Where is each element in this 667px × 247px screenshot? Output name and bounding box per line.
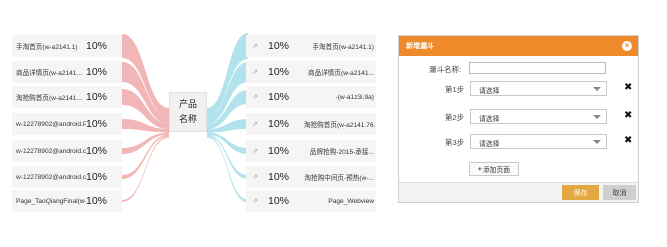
target-row[interactable]: ⇗ 10% -(w-a1z3i.9a) bbox=[246, 86, 376, 108]
source-row[interactable]: 手淘首页(w-a2141.1) 10% bbox=[12, 35, 122, 57]
source-row[interactable]: w-12278902@android.c... 10% bbox=[12, 140, 122, 162]
dialog-header: 新增漏斗 × bbox=[399, 36, 638, 56]
target-label: Page_Webview bbox=[328, 197, 374, 205]
step-select[interactable]: 请选择 bbox=[470, 109, 607, 124]
target-label: 手淘首页(w-a2141.1) bbox=[312, 44, 374, 51]
dialog-footer: 保存 取消 bbox=[399, 182, 638, 202]
remove-step-icon[interactable]: ✖ bbox=[624, 111, 632, 121]
source-label: w-12278902@android.c... bbox=[16, 173, 86, 181]
remove-step-icon[interactable]: ✖ bbox=[624, 83, 632, 93]
source-label: 商品详情页(w-a2141... bbox=[16, 70, 82, 77]
plus-icon: + bbox=[477, 165, 482, 173]
step-row: 第3步 请选择 ✖ bbox=[399, 134, 640, 150]
step-select-value: 请选择 bbox=[479, 141, 500, 148]
target-row[interactable]: ⇗ 10% 淘抢购中间页-预热(w-... bbox=[246, 166, 376, 188]
cancel-button[interactable]: 取消 bbox=[603, 185, 636, 200]
remove-step-icon[interactable]: ✖ bbox=[624, 136, 632, 146]
source-percent: 10% bbox=[86, 40, 108, 52]
source-percent: 10% bbox=[86, 171, 108, 183]
link-arrow-icon: ⇗ bbox=[252, 121, 258, 128]
source-flow-link[interactable] bbox=[122, 132, 169, 155]
source-label: w-12278902@android.P bbox=[16, 120, 86, 128]
chevron-down-icon bbox=[593, 140, 601, 144]
target-flow-link[interactable] bbox=[207, 136, 248, 203]
source-label: w-12278902@android.c... bbox=[16, 147, 86, 155]
source-label: 手淘首页(w-a2141.1) bbox=[16, 44, 78, 51]
target-percent: 10% bbox=[268, 195, 290, 207]
target-row[interactable]: ⇗ 10% Page_Webview bbox=[246, 190, 376, 212]
step-label: 第3步 bbox=[445, 138, 465, 147]
new-funnel-dialog: 新增漏斗 × 漏斗名称: 第1步 请选择 ✖ 第2步 请选择 ✖ 第3步 请选择… bbox=[398, 35, 639, 203]
link-arrow-icon: ⇗ bbox=[252, 43, 258, 50]
target-label: 商品详情页(w-a2141... bbox=[308, 70, 374, 77]
source-row[interactable]: w-12278902@android.c... 10% bbox=[12, 166, 122, 188]
link-arrow-icon: ⇗ bbox=[252, 174, 258, 181]
step-row: 第1步 请选择 ✖ bbox=[399, 81, 640, 97]
step-select[interactable]: 请选择 bbox=[470, 81, 607, 96]
source-row[interactable]: 商品详情页(w-a2141... 10% bbox=[12, 61, 122, 83]
source-row[interactable]: 淘抢购首页(w-a2141... 10% bbox=[12, 86, 122, 108]
target-row[interactable]: ⇗ 10% 品牌抢购-2015-承接... bbox=[246, 140, 376, 162]
source-flow-link[interactable] bbox=[122, 136, 169, 202]
center-label-line2: 名称 bbox=[178, 114, 197, 124]
step-label: 第2步 bbox=[445, 113, 465, 122]
funnel-name-input[interactable] bbox=[469, 62, 606, 74]
source-row[interactable]: w-12278902@android.P 10% bbox=[12, 113, 122, 135]
target-percent: 10% bbox=[268, 40, 290, 52]
target-label: 淘抢购首页(w-a2141.76... bbox=[304, 122, 376, 129]
link-arrow-icon: ⇗ bbox=[252, 69, 258, 76]
chevron-down-icon bbox=[593, 87, 601, 91]
step-select-value: 请选择 bbox=[479, 88, 500, 95]
center-product-node[interactable]: 产品 名称 bbox=[169, 92, 207, 132]
source-percent: 10% bbox=[86, 195, 108, 207]
sankey-chart: 手淘首页(w-a2141.1) 10% 商品详情页(w-a2141... 10%… bbox=[0, 0, 390, 247]
target-row[interactable]: ⇗ 10% 商品详情页(w-a2141... bbox=[246, 61, 376, 83]
source-percent: 10% bbox=[86, 66, 108, 78]
target-row[interactable]: ⇗ 10% 淘抢购首页(w-a2141.76... bbox=[246, 113, 376, 135]
target-label: 淘抢购中间页-预热(w-... bbox=[304, 175, 374, 182]
target-label: -(w-a1z3i.9a) bbox=[335, 93, 374, 101]
link-arrow-icon: ⇗ bbox=[252, 94, 258, 101]
step-row: 第2步 请选择 ✖ bbox=[399, 109, 640, 125]
dialog-title: 新增漏斗 bbox=[406, 43, 434, 50]
chevron-down-icon bbox=[593, 115, 601, 119]
add-page-label: 添加页面 bbox=[482, 167, 511, 174]
source-label: 淘抢购首页(w-a2141... bbox=[16, 95, 82, 102]
center-label-line1: 产品 bbox=[178, 99, 197, 109]
step-label: 第1步 bbox=[445, 85, 465, 94]
source-percent: 10% bbox=[86, 91, 108, 103]
target-flow-link[interactable] bbox=[207, 132, 248, 155]
link-arrow-icon: ⇗ bbox=[252, 198, 258, 205]
target-percent: 10% bbox=[268, 66, 290, 78]
close-icon[interactable]: × bbox=[622, 41, 632, 51]
target-percent: 10% bbox=[268, 118, 290, 130]
target-percent: 10% bbox=[268, 145, 290, 157]
source-label: Page_TaoQiangFinal(w-... bbox=[16, 197, 86, 205]
target-percent: 10% bbox=[268, 171, 290, 183]
funnel-name-label: 漏斗名称: bbox=[429, 65, 462, 74]
target-row[interactable]: ⇗ 10% 手淘首页(w-a2141.1) bbox=[246, 35, 376, 57]
target-label: 品牌抢购-2015-承接... bbox=[309, 149, 374, 156]
source-row[interactable]: Page_TaoQiangFinal(w-... 10% bbox=[12, 190, 122, 212]
link-arrow-icon: ⇗ bbox=[252, 148, 258, 155]
step-select-value: 请选择 bbox=[479, 116, 500, 123]
target-percent: 10% bbox=[268, 91, 290, 103]
source-percent: 10% bbox=[86, 145, 108, 157]
source-percent: 10% bbox=[86, 118, 108, 130]
save-button[interactable]: 保存 bbox=[562, 185, 599, 200]
step-select[interactable]: 请选择 bbox=[470, 134, 607, 149]
add-page-button[interactable]: + 添加页面 bbox=[469, 162, 519, 176]
